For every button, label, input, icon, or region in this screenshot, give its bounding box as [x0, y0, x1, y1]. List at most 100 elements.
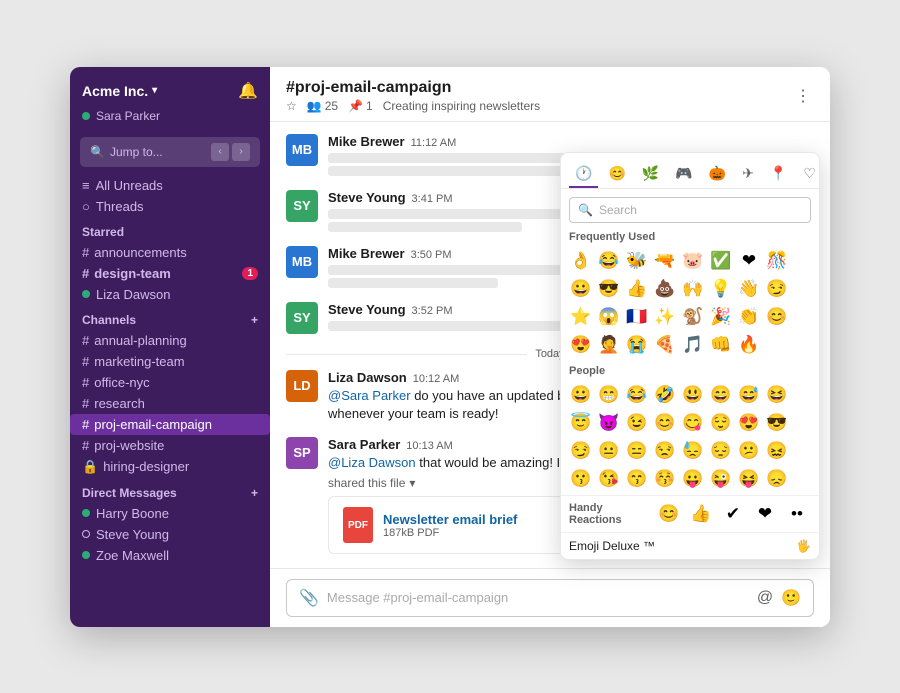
sidebar-item-proj-website[interactable]: # proj-website	[70, 435, 270, 456]
emoji-cell[interactable]: 😁	[595, 381, 623, 409]
emoji-cell[interactable]: 🤣	[651, 381, 679, 409]
emoji-cell[interactable]: 😊	[763, 303, 791, 331]
emoji-tab-symbols[interactable]: ♡	[797, 161, 822, 188]
emoji-cell[interactable]: 😚	[651, 465, 679, 493]
emoji-deluxe-row[interactable]: Emoji Deluxe ™ 🖐	[561, 532, 819, 559]
back-arrow-icon[interactable]: ‹	[211, 143, 229, 161]
emoji-tab-activities[interactable]: 🎮	[669, 161, 698, 188]
emoji-cell[interactable]: 😔	[707, 437, 735, 465]
emoji-cell[interactable]: 😈	[595, 409, 623, 437]
bell-icon[interactable]: 🔔	[238, 81, 258, 101]
sidebar-item-proj-email-campaign[interactable]: # proj-email-campaign	[70, 414, 270, 435]
emoji-cell[interactable]: 😜	[707, 465, 735, 493]
emoji-cell[interactable]: 👌	[567, 247, 595, 275]
emoji-cell[interactable]: 🎊	[763, 247, 791, 275]
emoji-cell[interactable]: 😀	[567, 275, 595, 303]
handy-emoji[interactable]: ❤	[751, 500, 779, 528]
emoji-cell[interactable]: 😂	[595, 247, 623, 275]
sidebar-item-research[interactable]: # research	[70, 393, 270, 414]
jump-bar[interactable]: 🔍 Jump to... ‹ ›	[80, 137, 260, 167]
sidebar-item-marketing-team[interactable]: # marketing-team	[70, 351, 270, 372]
emoji-cell[interactable]: 😎	[595, 275, 623, 303]
emoji-cell[interactable]: 🎉	[707, 303, 735, 331]
emoji-cell[interactable]: ✅	[707, 247, 735, 275]
emoji-cell[interactable]: 🔥	[735, 331, 763, 359]
emoji-cell[interactable]: ✨	[651, 303, 679, 331]
emoji-cell[interactable]: 😞	[763, 465, 791, 493]
star-icon[interactable]: ☆	[286, 99, 297, 113]
emoji-cell[interactable]: 😒	[651, 437, 679, 465]
sidebar-item-steve-young[interactable]: Steve Young	[70, 524, 270, 545]
emoji-cell[interactable]: 😏	[763, 275, 791, 303]
handy-emoji[interactable]: ✔	[719, 500, 747, 528]
emoji-cell[interactable]: 😖	[763, 437, 791, 465]
emoji-cell[interactable]: 😛	[679, 465, 707, 493]
emoji-cell[interactable]: 😑	[623, 437, 651, 465]
sidebar-item-zoe-maxwell[interactable]: Zoe Maxwell	[70, 545, 270, 566]
emoji-cell[interactable]: 😆	[763, 381, 791, 409]
emoji-cell[interactable]: 😐	[595, 437, 623, 465]
sidebar-item-annual-planning[interactable]: # annual-planning	[70, 330, 270, 351]
emoji-cell[interactable]: 😃	[679, 381, 707, 409]
emoji-search[interactable]: 🔍 Search	[569, 197, 811, 223]
handy-emoji[interactable]: 👍	[687, 500, 715, 528]
emoji-cell[interactable]: 😉	[623, 409, 651, 437]
emoji-cell[interactable]: 🇫🇷	[623, 303, 651, 331]
emoji-cell[interactable]: 😇	[567, 409, 595, 437]
sidebar-item-hiring-designer[interactable]: 🔒 hiring-designer	[70, 456, 270, 478]
emoji-tab-travel[interactable]: ✈	[736, 161, 760, 188]
emoji-tab-flags[interactable]: 🔲	[826, 161, 830, 188]
emoji-cell[interactable]: 😍	[735, 409, 763, 437]
emoji-cell[interactable]: 🙌	[679, 275, 707, 303]
message-input[interactable]: Message #proj-email-campaign	[327, 590, 749, 605]
emoji-cell[interactable]: 😄	[707, 381, 735, 409]
emoji-cell[interactable]: 🐷	[679, 247, 707, 275]
attachment-icon[interactable]: 📎	[299, 588, 319, 608]
emoji-cell[interactable]: 😱	[595, 303, 623, 331]
emoji-cell[interactable]: 😌	[707, 409, 735, 437]
emoji-cell[interactable]: 😙	[623, 465, 651, 493]
emoji-cell[interactable]: 👍	[623, 275, 651, 303]
emoji-cell[interactable]: 😅	[735, 381, 763, 409]
emoji-cell[interactable]: 👊	[707, 331, 735, 359]
sidebar-item-harry-boone[interactable]: Harry Boone	[70, 503, 270, 524]
emoji-cell[interactable]: 🍕	[651, 331, 679, 359]
emoji-cell[interactable]: 😕	[735, 437, 763, 465]
emoji-cell[interactable]: 🎵	[679, 331, 707, 359]
sidebar-item-office-nyc[interactable]: # office-nyc	[70, 372, 270, 393]
handy-emoji[interactable]: ••	[783, 500, 811, 528]
emoji-cell[interactable]: 🐝	[623, 247, 651, 275]
emoji-cell[interactable]: 😂	[623, 381, 651, 409]
file-attachment[interactable]: PDF Newsletter email brief 187kB PDF	[328, 496, 588, 554]
sidebar-item-all-unreads[interactable]: ≡ All Unreads	[70, 175, 270, 196]
emoji-cell[interactable]: 😘	[595, 465, 623, 493]
emoji-tab-objects[interactable]: 📍	[764, 161, 793, 188]
workspace-name[interactable]: Acme Inc. ▾	[82, 83, 157, 99]
emoji-cell[interactable]: 😓	[679, 437, 707, 465]
emoji-cell[interactable]: 😭	[623, 331, 651, 359]
sidebar-item-announcements[interactable]: # announcements	[70, 242, 270, 263]
add-channel-icon[interactable]: +	[251, 313, 258, 327]
at-icon[interactable]: @	[757, 589, 773, 607]
emoji-input-icon[interactable]: 🙂	[781, 588, 801, 608]
emoji-cell[interactable]: 👋	[735, 275, 763, 303]
emoji-cell[interactable]: 😋	[679, 409, 707, 437]
emoji-cell[interactable]: 💡	[707, 275, 735, 303]
forward-arrow-icon[interactable]: ›	[232, 143, 250, 161]
emoji-cell[interactable]: ❤	[735, 247, 763, 275]
emoji-cell[interactable]: 😗	[567, 465, 595, 493]
add-dm-icon[interactable]: +	[251, 486, 258, 500]
emoji-cell[interactable]: 🔫	[651, 247, 679, 275]
emoji-tab-smileys[interactable]: 😊	[602, 161, 631, 188]
emoji-cell[interactable]: 😍	[567, 331, 595, 359]
emoji-cell[interactable]: 🤦	[595, 331, 623, 359]
sidebar-item-design-team[interactable]: # design-team 1	[70, 263, 270, 284]
emoji-cell[interactable]: 👏	[735, 303, 763, 331]
emoji-cell[interactable]: 😝	[735, 465, 763, 493]
emoji-tab-recent[interactable]: 🕐	[569, 161, 598, 188]
emoji-cell[interactable]: 😀	[567, 381, 595, 409]
handy-emoji[interactable]: 😊	[655, 500, 683, 528]
sidebar-item-liza-dawson[interactable]: Liza Dawson	[70, 284, 270, 305]
emoji-cell[interactable]: 🐒	[679, 303, 707, 331]
emoji-cell[interactable]: 😊	[651, 409, 679, 437]
